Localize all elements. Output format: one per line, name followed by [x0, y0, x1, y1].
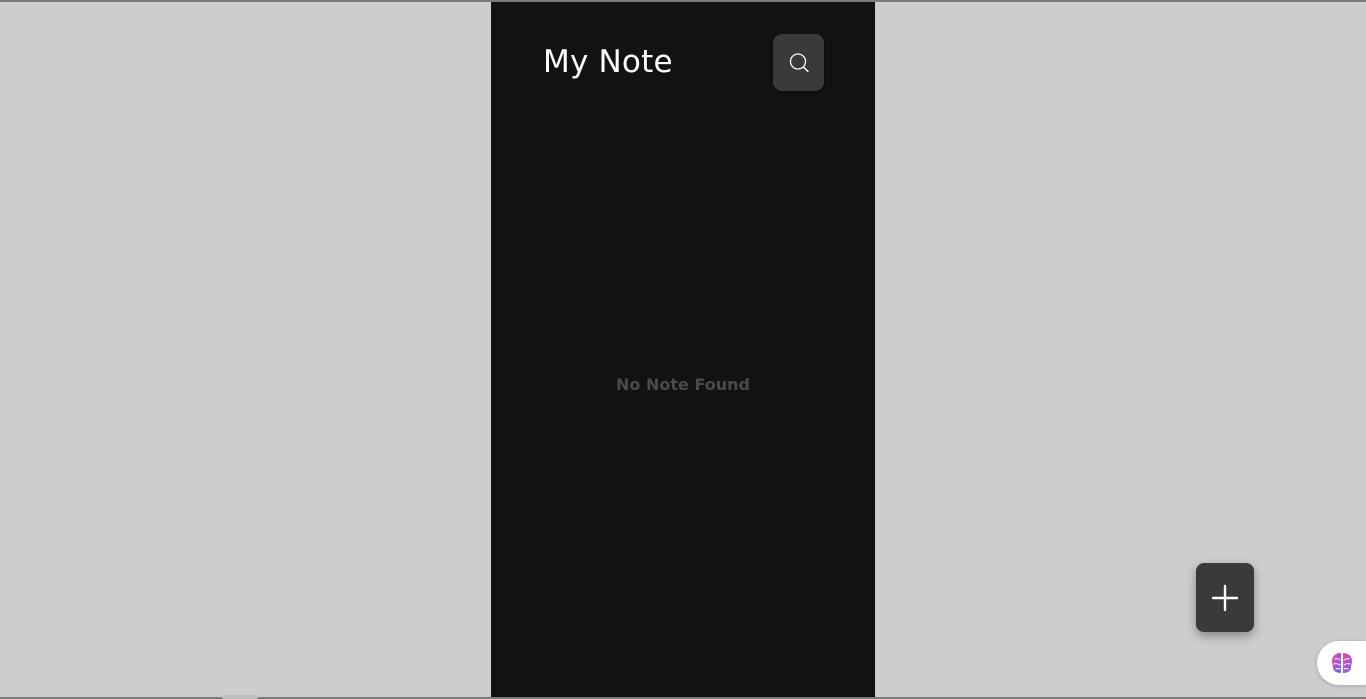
brain-icon: [1329, 650, 1355, 676]
app-container: My Note No Note Found: [491, 2, 875, 697]
search-icon: [788, 52, 810, 74]
empty-state-message: No Note Found: [616, 375, 750, 394]
page-title: My Note: [543, 44, 673, 80]
add-note-button[interactable]: [1196, 563, 1254, 632]
plus-icon: [1210, 583, 1240, 613]
scrollbar-thumb[interactable]: [222, 695, 258, 699]
search-button[interactable]: [773, 34, 824, 91]
browser-extension-widget[interactable]: [1317, 641, 1366, 685]
